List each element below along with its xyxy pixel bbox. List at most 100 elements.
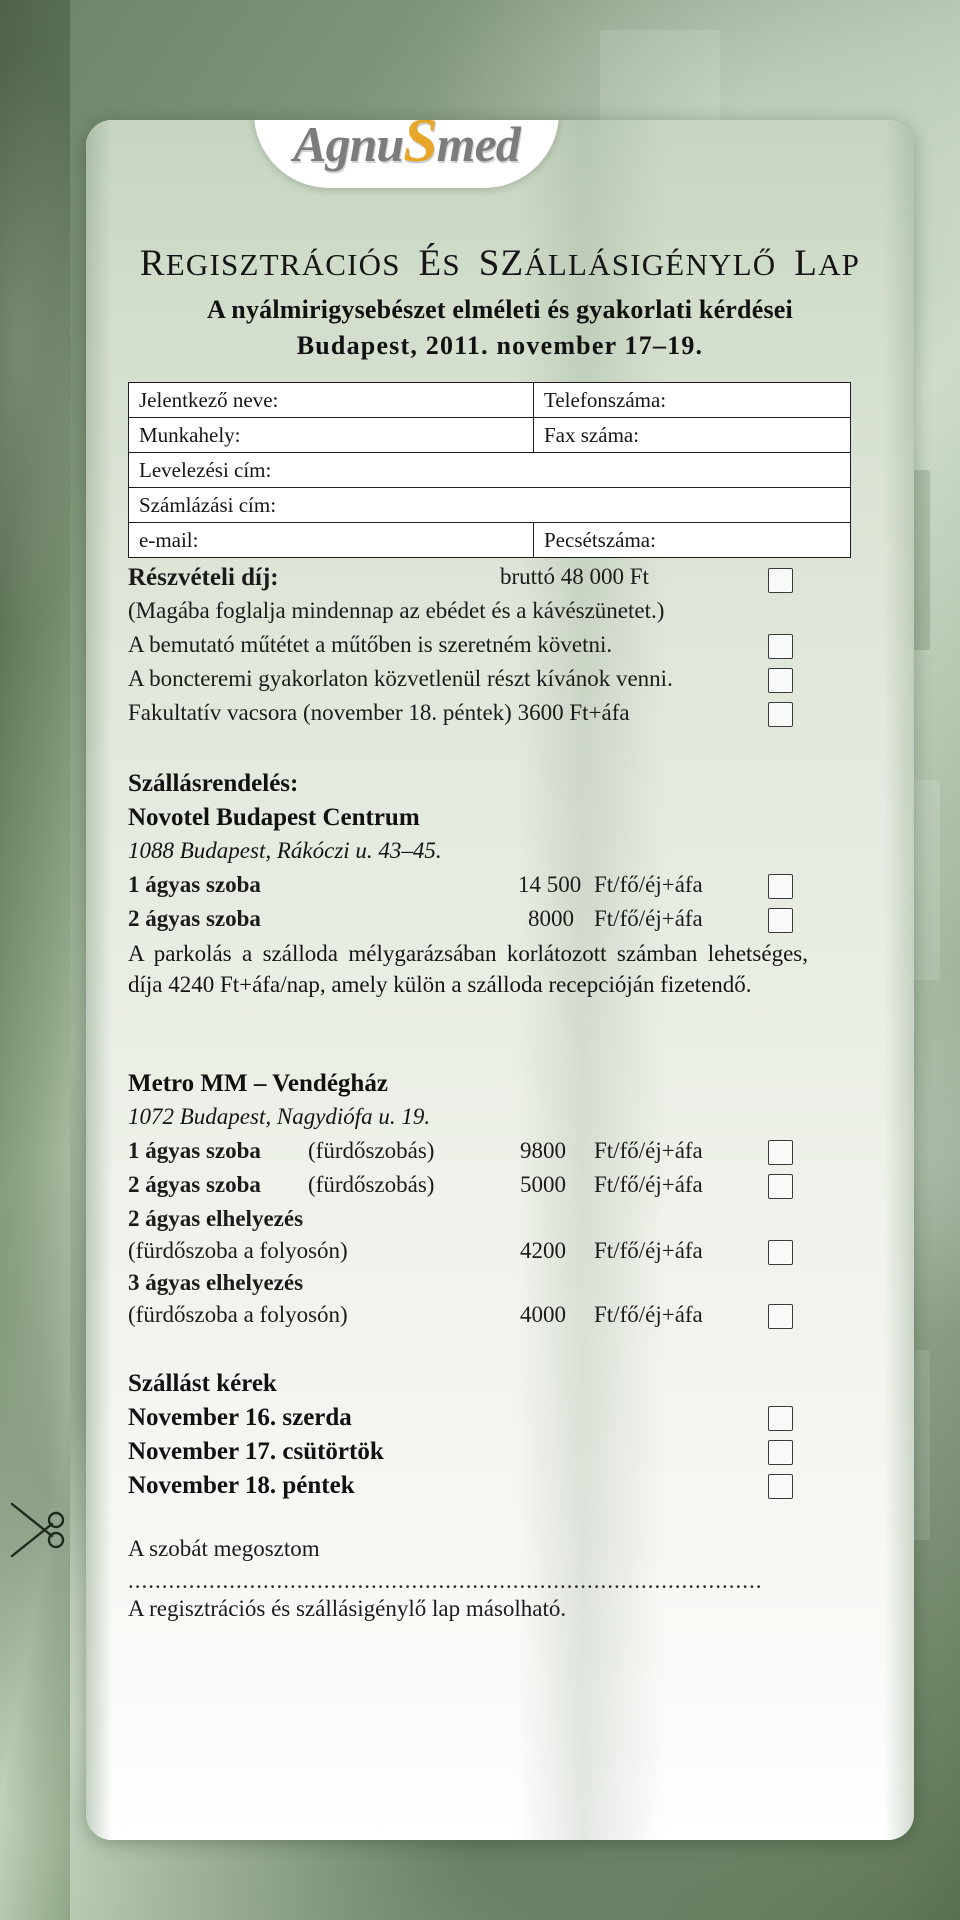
room-sub-metro-double: (fürdőszobás) (308, 1172, 435, 1197)
page-title-cap-sz: SZ (478, 243, 525, 284)
scissors-icon (10, 1502, 65, 1558)
page-subtitle-date: Budapest, 2011. november 17–19. (296, 331, 704, 360)
page-title-cap-e: É (418, 243, 443, 284)
room-checkbox-metro-double[interactable] (768, 1174, 793, 1199)
room-sub-metro-two-bed: (fürdőszoba a folyosón) (128, 1238, 348, 1263)
room-row-novotel-single: 1 ágyas szoba 14 500 Ft/fő/éj+áfa (128, 872, 828, 906)
page-title-rest-3: ÁLLÁSIGÉNYLŐ (524, 247, 777, 282)
room-checkbox-metro-two-bed[interactable] (768, 1240, 793, 1265)
share-room-dotted-line[interactable]: ........................................… (128, 1568, 788, 1594)
option-label-dissection: A boncteremi gyakorlaton közvetlenül rés… (128, 666, 673, 691)
room-price-metro-single: 9800 (520, 1138, 566, 1163)
room-label-novotel-double: 2 ágyas szoba (128, 906, 261, 931)
night-label-nov17: November 17. csütörtök (128, 1438, 384, 1465)
room-label-metro-three-bed: 3 ágyas elhelyezés (128, 1270, 304, 1295)
night-checkbox-nov16[interactable] (768, 1406, 793, 1431)
hotel-name-metro: Metro MM – Vendégház (128, 1070, 388, 1097)
field-label-workplace[interactable]: Munkahely: (128, 417, 534, 453)
option-label-surgery: A bemutató műtétet a műtőben is szeretné… (128, 632, 613, 657)
option-row-dissection: A boncteremi gyakorlaton közvetlenül rés… (128, 666, 828, 700)
page-title-cap-r: R (139, 243, 166, 284)
room-price-metro-three-bed: 4000 (520, 1302, 566, 1327)
table-row: Levelezési cím: (128, 452, 851, 488)
room-label-metro-two-bed: 2 ágyas elhelyezés (128, 1206, 304, 1231)
night-label-nov16: November 16. szerda (128, 1404, 352, 1431)
table-row: e-mail: Pecsétszáma: (128, 522, 851, 558)
brand-logo-text: AgnuSmed (293, 120, 521, 175)
table-row: Számlázási cím: (128, 487, 851, 523)
room-sub-metro-single: (fürdőszobás) (308, 1138, 435, 1163)
room-row-metro-three-bed: (fürdőszoba a folyosón) 4000 Ft/fő/éj+áf… (128, 1302, 828, 1336)
night-checkbox-nov18[interactable] (768, 1474, 793, 1499)
nights-heading: Szállást kérek (128, 1370, 277, 1397)
room-unit-novotel-single: Ft/fő/éj+áfa (594, 872, 703, 897)
field-label-fax[interactable]: Fax száma: (533, 417, 851, 453)
registrant-info-table: Jelentkező neve: Telefonszáma: Munkahely… (128, 382, 851, 558)
room-price-metro-double: 5000 (520, 1172, 566, 1197)
room-checkbox-novotel-double[interactable] (768, 908, 793, 933)
room-unit-metro-two-bed: Ft/fő/éj+áfa (594, 1238, 703, 1263)
room-unit-metro-three-bed: Ft/fő/éj+áfa (594, 1302, 703, 1327)
hotel-note-novotel: A parkolás a szálloda mélygarázsában kor… (128, 941, 808, 997)
room-row-metro-three-bed-label: 3 ágyas elhelyezés (128, 1270, 828, 1304)
room-label-metro-double: 2 ágyas szoba (128, 1172, 261, 1197)
fee-label: Részvételi díj: (128, 564, 279, 591)
option-row-surgery: A bemutató műtétet a műtőben is szeretné… (128, 632, 828, 666)
field-label-stamp[interactable]: Pecsétszáma: (533, 522, 851, 558)
field-label-name[interactable]: Jelentkező neve: (128, 382, 534, 418)
room-price-novotel-single: 14 500 (518, 872, 582, 897)
brand-logo-part1: Agnu (293, 120, 404, 172)
fee-note-row: (Magába foglalja mindennap az ebédet és … (128, 598, 828, 632)
page-title-rest-2: S (442, 247, 461, 282)
hotel-name-novotel: Novotel Budapest Centrum (128, 804, 420, 831)
table-row: Munkahely: Fax száma: (128, 417, 851, 453)
option-row-dinner: Fakultatív vacsora (november 18. péntek)… (128, 700, 828, 734)
option-checkbox-dinner[interactable] (768, 702, 793, 727)
room-checkbox-novotel-single[interactable] (768, 874, 793, 899)
copy-note-row: A regisztrációs és szállásigénylő lap má… (128, 1596, 828, 1630)
hotel-address-novotel: 1088 Budapest, Rákóczi u. 43–45. (128, 838, 442, 863)
share-room-row: A szobát megosztom (128, 1536, 828, 1570)
room-label-novotel-single: 1 ágyas szoba (128, 872, 261, 897)
fee-checkbox[interactable] (768, 568, 793, 593)
fee-amount: bruttó 48 000 Ft (500, 564, 649, 589)
brand-logo: AgnuSmed (254, 120, 559, 188)
room-unit-metro-double: Ft/fő/éj+áfa (594, 1172, 703, 1197)
room-unit-novotel-double: Ft/fő/éj+áfa (594, 906, 703, 931)
form-card: AgnuSmed REGISZTRÁCIÓS ÉS SZÁLLÁSIGÉNYLŐ… (86, 120, 914, 1840)
page-title: REGISZTRÁCIÓS ÉS SZÁLLÁSIGÉNYLŐ LAP (86, 242, 914, 285)
field-label-phone[interactable]: Telefonszáma: (533, 382, 851, 418)
room-checkbox-metro-single[interactable] (768, 1140, 793, 1165)
room-row-metro-double: 2 ágyas szoba (fürdőszobás) 5000 Ft/fő/é… (128, 1172, 828, 1206)
room-row-novotel-double: 2 ágyas szoba 8000 Ft/fő/éj+áfa (128, 906, 828, 940)
room-label-metro-single: 1 ágyas szoba (128, 1138, 261, 1163)
field-label-billing-address[interactable]: Számlázási cím: (128, 487, 851, 523)
room-price-novotel-double: 8000 (528, 906, 574, 931)
room-row-metro-two-bed-label: 2 ágyas elhelyezés (128, 1206, 828, 1240)
option-checkbox-surgery[interactable] (768, 634, 793, 659)
brand-logo-mark: S (403, 120, 437, 175)
option-checkbox-dissection[interactable] (768, 668, 793, 693)
form-content: AgnuSmed REGISZTRÁCIÓS ÉS SZÁLLÁSIGÉNYLŐ… (86, 120, 914, 1840)
hotel-address-metro: 1072 Budapest, Nagydiófa u. 19. (128, 1104, 431, 1129)
night-checkbox-nov17[interactable] (768, 1440, 793, 1465)
room-price-metro-two-bed: 4200 (520, 1238, 566, 1263)
table-row: Jelentkező neve: Telefonszáma: (128, 382, 851, 418)
page-title-rest-4: AP (818, 247, 861, 282)
field-label-mailing-address[interactable]: Levelezési cím: (128, 452, 851, 488)
page-title-cap-l: L (794, 243, 819, 284)
left-edge-strip (0, 0, 70, 1920)
room-row-metro-two-bed: (fürdőszoba a folyosón) 4200 Ft/fő/éj+áf… (128, 1238, 828, 1272)
night-label-nov18: November 18. péntek (128, 1472, 355, 1499)
room-row-metro-single: 1 ágyas szoba (fürdőszobás) 9800 Ft/fő/é… (128, 1138, 828, 1172)
page-subtitle-topic: A nyálmirigysebészet elméleti és gyakorl… (207, 295, 793, 324)
fee-note: (Magába foglalja mindennap az ebédet és … (128, 598, 665, 623)
room-checkbox-metro-three-bed[interactable] (768, 1304, 793, 1329)
field-label-email[interactable]: e-mail: (128, 522, 534, 558)
room-sub-metro-three-bed: (fürdőszoba a folyosón) (128, 1302, 348, 1327)
copy-note: A regisztrációs és szállásigénylő lap má… (128, 1596, 567, 1621)
fee-row: Részvételi díj: bruttó 48 000 Ft (128, 564, 828, 598)
option-label-dinner: Fakultatív vacsora (november 18. péntek)… (128, 700, 630, 725)
brand-logo-part2: med (436, 120, 521, 172)
share-room-label: A szobát megosztom (128, 1536, 320, 1561)
